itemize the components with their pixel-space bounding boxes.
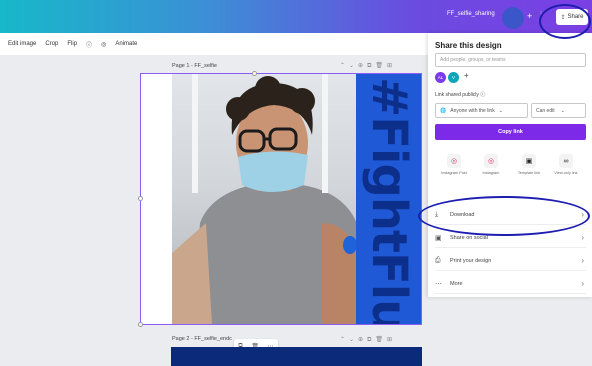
share-social-icon: ▣ <box>435 234 442 242</box>
instagram-icon: ◎ <box>484 154 498 168</box>
add-person-icon[interactable]: + <box>464 71 469 80</box>
more-row[interactable]: ⋯ More › <box>435 274 586 294</box>
share-panel-title: Share this design <box>435 41 502 50</box>
print-design-row[interactable]: ⎙ Print your design › <box>435 251 586 271</box>
add-people-input[interactable]: Add people, groups, or teams <box>435 53 586 67</box>
page-2-tools[interactable]: ⌃⌄⊕⧉🗑⊞ <box>340 336 396 344</box>
page-1-tools[interactable]: ⌃⌄⊕⧉🗑⊞ <box>340 62 396 70</box>
share-option-label: Instagram Post <box>441 171 467 175</box>
permission-select-value: Can edit <box>536 107 555 114</box>
page-1-label[interactable]: Page 1 - FF_selfie <box>172 63 217 69</box>
design-title[interactable]: FF_selfie_sharing <box>447 11 495 17</box>
share-option-template-link[interactable]: ▣ Template link <box>511 154 547 176</box>
resize-handle[interactable] <box>138 322 143 327</box>
share-option-label: Instagram <box>482 171 500 175</box>
share-option-label: Template link <box>517 171 541 175</box>
collaborator-avatar[interactable]: V <box>448 72 459 83</box>
copy-link-button[interactable]: Copy link <box>435 124 586 140</box>
page-2-canvas[interactable] <box>171 347 422 366</box>
info-icon[interactable]: ⓘ <box>86 40 92 49</box>
flip-button[interactable]: Flip <box>67 41 77 47</box>
resize-handle[interactable] <box>252 71 257 76</box>
chevron-down-icon: ⌄ <box>560 107 565 114</box>
edit-image-button[interactable]: Edit image <box>8 41 36 47</box>
animate-icon: ◎ <box>101 41 107 48</box>
chevron-right-icon: › <box>581 256 584 265</box>
share-option-label: View-only link <box>554 171 578 175</box>
share-panel: Share this design Add people, groups, or… <box>428 33 592 297</box>
share-option-view-only-link[interactable]: ∞ View-only link <box>548 154 584 176</box>
resize-handle[interactable] <box>138 196 143 201</box>
top-bar: FF_selfie_sharing + ⫶ ⇪ Share <box>0 0 592 33</box>
print-icon: ⎙ <box>435 256 441 264</box>
add-collaborator-icon[interactable]: + <box>527 11 532 21</box>
share-option-instagram[interactable]: ◎ Instagram <box>473 154 509 176</box>
more-icon: ⋯ <box>435 280 442 288</box>
link-icon: ∞ <box>559 154 573 168</box>
link-shared-label: Link shared publicly ⓘ <box>435 92 486 98</box>
crop-button[interactable]: Crop <box>45 41 58 47</box>
share-option-instagram-post[interactable]: ◎ Instagram Post <box>436 154 472 176</box>
animate-button[interactable]: Animate <box>115 41 137 47</box>
template-icon: ▣ <box>522 154 536 168</box>
avatar[interactable] <box>502 7 524 29</box>
page-2-label[interactable]: Page 2 - FF_selfie_endc <box>172 336 232 342</box>
access-select[interactable]: 🌐 Anyone with the link ⌄ <box>435 103 528 118</box>
selection-box <box>140 73 422 325</box>
collaborator-avatar[interactable]: AL <box>435 72 446 83</box>
access-select-value: Anyone with the link <box>450 107 495 114</box>
instagram-icon: ◎ <box>447 154 461 168</box>
chevron-down-icon: ⌄ <box>498 107 503 114</box>
chevron-right-icon: › <box>581 233 584 242</box>
globe-icon: 🌐 <box>440 107 447 114</box>
chevron-right-icon: › <box>581 279 584 288</box>
annotation-circle-share <box>539 4 591 39</box>
permission-select[interactable]: Can edit ⌄ <box>531 103 586 118</box>
editor-toolbar: Edit image Crop Flip ⓘ ◎ Animate <box>0 33 430 55</box>
annotation-circle-download <box>418 196 590 236</box>
